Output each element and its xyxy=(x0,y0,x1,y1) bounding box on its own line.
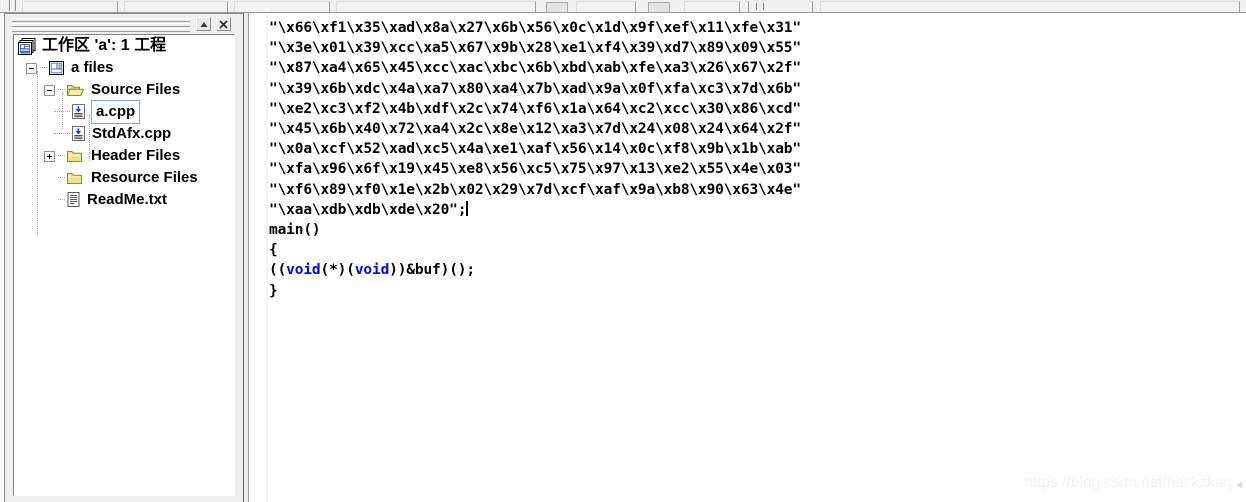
project-icon xyxy=(49,60,64,75)
toolbar-segment xyxy=(336,1,536,12)
toolbar-segment xyxy=(576,1,636,12)
workspace-icon xyxy=(18,37,36,55)
watermark-text: https://blog.csdn.net/hackzkaq xyxy=(1024,474,1232,491)
editor-line[interactable]: "\x39\x6b\xdc\x4a\xa7\x80\xa4\x7b\xad\x9… xyxy=(269,79,801,99)
toolbar-separator xyxy=(748,1,749,12)
toolbar-separator xyxy=(812,1,813,12)
tree-item-label: Resource Files xyxy=(91,169,198,186)
toolbar-segment xyxy=(22,1,118,12)
editor-line[interactable]: "\x87\xa4\x65\x45\xcc\xac\xbc\x6b\xbd\xa… xyxy=(269,58,801,78)
workspace-pane: 工作区 'a': 1 工程 a files Source Files a.cpp… xyxy=(4,13,244,502)
titlebar-grip-line xyxy=(12,23,190,27)
cpp-file-icon xyxy=(72,126,85,141)
titlebar-grip-line xyxy=(12,28,190,32)
toolbar-button[interactable] xyxy=(546,2,568,12)
expander-minus-icon[interactable] xyxy=(44,84,55,96)
vc6-ide-window: 工作区 'a': 1 工程 a files Source Files a.cpp… xyxy=(0,0,1246,502)
triangle-up-icon[interactable] xyxy=(196,17,211,31)
expander-placeholder xyxy=(44,195,58,206)
tree-connector xyxy=(54,133,70,135)
editor-line[interactable]: } xyxy=(269,281,801,301)
tree-item-label: StdAfx.cpp xyxy=(92,125,172,142)
editor-line[interactable]: ((void(*)(void))&buf)(); xyxy=(269,260,801,280)
editor-text[interactable]: "\x66\xf1\x35\xad\x8a\x27\x6b\x56\x0c\x1… xyxy=(269,18,801,301)
text-cursor xyxy=(466,200,469,216)
editor-line[interactable]: "\x45\x6b\x40\x72\xa4\x2c\x8e\x12\xa3\x7… xyxy=(269,119,801,139)
tree-item-project[interactable]: a files xyxy=(14,57,234,79)
editor-line[interactable]: main() xyxy=(269,220,801,240)
tree-item-stdafx-cpp[interactable]: StdAfx.cpp xyxy=(14,123,234,145)
expander-placeholder xyxy=(44,173,58,184)
tree-item-header-files[interactable]: Header Files xyxy=(14,145,234,167)
project-tree[interactable]: 工作区 'a': 1 工程 a files Source Files a.cpp… xyxy=(13,34,235,496)
toolbar-segment xyxy=(124,1,228,12)
editor-line[interactable]: "\xfa\x96\x6f\x19\x45\xe8\x56\xc5\x75\x9… xyxy=(269,159,801,179)
toolbar-resize-grip[interactable] xyxy=(756,3,764,10)
tree-item-label: Header Files xyxy=(91,147,181,164)
tree-connector xyxy=(58,199,65,201)
tree-item-label: ReadMe.txt xyxy=(87,191,168,208)
toolbar-segment xyxy=(684,1,740,12)
tree-item-resource-files[interactable]: Resource Files xyxy=(14,167,234,189)
toolbar-grip[interactable] xyxy=(10,0,16,11)
tree-item-label: a.cpp xyxy=(91,100,141,124)
tree-item-a-cpp[interactable]: a.cpp xyxy=(14,100,234,124)
close-icon[interactable] xyxy=(216,17,231,31)
tree-item-label: a files xyxy=(71,59,114,76)
toolbar-strip xyxy=(0,0,1246,13)
splitter-bar[interactable] xyxy=(244,13,249,502)
toolbar-button[interactable] xyxy=(648,2,670,12)
cpp-file-icon xyxy=(72,104,85,119)
pane-splitter[interactable] xyxy=(244,13,266,502)
folder-closed-icon xyxy=(67,150,82,162)
tree-item-label: Source Files xyxy=(91,81,181,98)
toolbar-segment xyxy=(234,1,330,12)
editor-line[interactable]: "\x3e\x01\x39\xcc\xa5\x67\x9b\x28\xe1\xf… xyxy=(269,38,801,58)
tree-item-source-files[interactable]: Source Files xyxy=(14,79,234,101)
editor-line[interactable]: "\xf6\x89\xf0\x1e\x2b\x02\x29\x7d\xcf\xa… xyxy=(269,180,801,200)
editor-line[interactable]: "\x66\xf1\x35\xad\x8a\x27\x6b\x56\x0c\x1… xyxy=(269,18,801,38)
tree-item-workspace[interactable]: 工作区 'a': 1 工程 xyxy=(14,35,234,57)
editor-selection-margin xyxy=(266,13,268,502)
tree-item-label: 工作区 'a': 1 工程 xyxy=(42,37,167,54)
titlebar-grip-line xyxy=(12,18,190,22)
tree-connector xyxy=(58,177,65,179)
expander-minus-icon[interactable] xyxy=(26,62,37,74)
editor-line[interactable]: "\x0a\xcf\x52\xad\xc5\x4a\xe1\xaf\x56\x1… xyxy=(269,139,801,159)
editor-line[interactable]: { xyxy=(269,240,801,260)
editor-line[interactable]: "\xe2\xc3\xf2\x4b\xdf\x2c\x74\xf6\x1a\x6… xyxy=(269,99,801,119)
folder-closed-icon xyxy=(67,172,82,184)
tree-connector xyxy=(58,89,65,91)
tree-connector xyxy=(54,111,70,113)
tree-item-readme-txt[interactable]: ReadMe.txt xyxy=(14,189,234,211)
editor-line[interactable]: "\xaa\xdb\xdb\xde\x20"; xyxy=(269,200,801,220)
workspace-titlebar[interactable] xyxy=(6,15,242,33)
tree-connector xyxy=(58,155,65,157)
toolbar-segment xyxy=(820,1,1240,12)
expander-plus-icon[interactable] xyxy=(44,150,55,162)
tree-connector xyxy=(40,67,47,69)
code-editor[interactable]: "\x66\xf1\x35\xad\x8a\x27\x6b\x56\x0c\x1… xyxy=(266,13,1246,502)
text-file-icon xyxy=(67,192,80,207)
folder-open-icon xyxy=(67,84,85,96)
